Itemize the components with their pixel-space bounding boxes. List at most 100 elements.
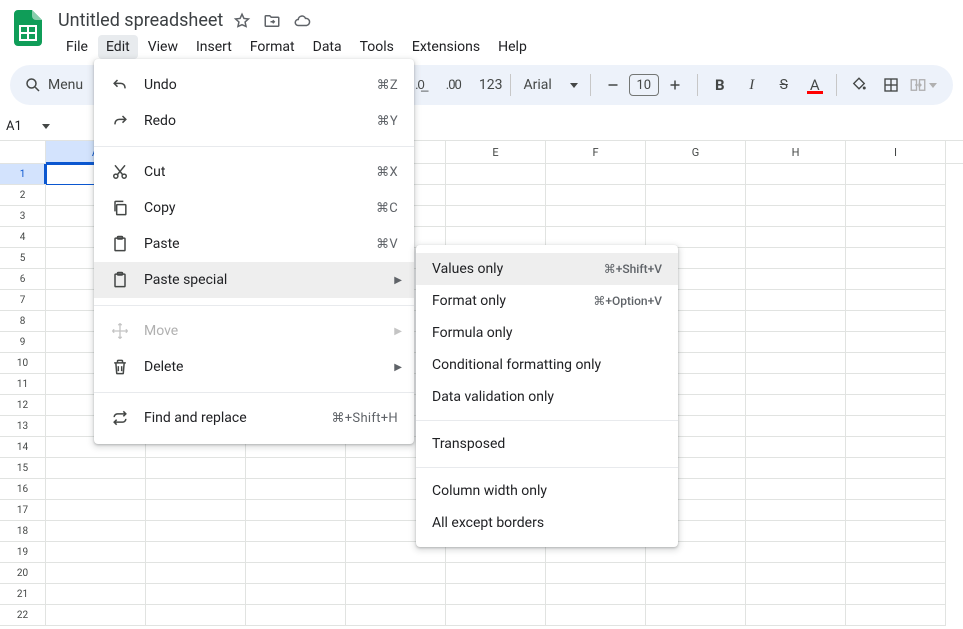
cell[interactable] xyxy=(46,521,146,542)
cell[interactable] xyxy=(246,458,346,479)
cell[interactable] xyxy=(846,416,946,437)
column-header[interactable]: I xyxy=(846,141,946,163)
cell[interactable] xyxy=(846,206,946,227)
column-header[interactable]: F xyxy=(546,141,646,163)
menu-edit[interactable]: Edit xyxy=(98,35,138,59)
row-header[interactable]: 8 xyxy=(0,311,46,332)
row-header[interactable]: 14 xyxy=(0,437,46,458)
font-size-input[interactable]: 10 xyxy=(629,74,659,96)
cell[interactable] xyxy=(746,248,846,269)
menu-data[interactable]: Data xyxy=(305,35,350,59)
menu-extensions[interactable]: Extensions xyxy=(404,35,488,59)
cell[interactable] xyxy=(846,353,946,374)
cell[interactable] xyxy=(546,584,646,605)
row-header[interactable]: 1 xyxy=(0,164,46,185)
cell[interactable] xyxy=(146,500,246,521)
cell[interactable] xyxy=(446,185,546,206)
row-header[interactable]: 9 xyxy=(0,332,46,353)
cell[interactable] xyxy=(846,374,946,395)
menu-item-cut[interactable]: Cut ⌘X xyxy=(94,154,414,190)
name-box[interactable]: A1 xyxy=(6,119,54,134)
cell[interactable] xyxy=(846,542,946,563)
fill-color-button[interactable] xyxy=(845,71,873,99)
cell[interactable] xyxy=(146,542,246,563)
cell[interactable] xyxy=(646,206,746,227)
row-header[interactable]: 7 xyxy=(0,290,46,311)
cell[interactable] xyxy=(846,269,946,290)
cell[interactable] xyxy=(546,206,646,227)
borders-button[interactable] xyxy=(877,71,905,99)
cell[interactable] xyxy=(46,479,146,500)
cell[interactable] xyxy=(746,269,846,290)
row-header[interactable]: 4 xyxy=(0,227,46,248)
cell[interactable] xyxy=(846,458,946,479)
cell[interactable] xyxy=(746,416,846,437)
cell[interactable] xyxy=(746,395,846,416)
submenu-item-formula-only[interactable]: Formula only xyxy=(416,317,678,349)
cell[interactable] xyxy=(146,521,246,542)
cell[interactable] xyxy=(546,164,646,185)
cell[interactable] xyxy=(846,248,946,269)
cell[interactable] xyxy=(46,584,146,605)
cell[interactable] xyxy=(446,206,546,227)
cell[interactable] xyxy=(846,185,946,206)
cell[interactable] xyxy=(646,164,746,185)
menu-format[interactable]: Format xyxy=(242,35,303,59)
cell[interactable] xyxy=(846,395,946,416)
cell[interactable] xyxy=(46,542,146,563)
cell[interactable] xyxy=(846,479,946,500)
cell[interactable] xyxy=(246,584,346,605)
cloud-status-icon[interactable] xyxy=(293,12,311,30)
doc-title[interactable]: Untitled spreadsheet xyxy=(58,10,223,31)
row-header[interactable]: 5 xyxy=(0,248,46,269)
cell[interactable] xyxy=(746,332,846,353)
row-header[interactable]: 3 xyxy=(0,206,46,227)
menu-help[interactable]: Help xyxy=(490,35,535,59)
column-header[interactable]: H xyxy=(746,141,846,163)
cell[interactable] xyxy=(46,458,146,479)
submenu-item-transposed[interactable]: Transposed xyxy=(416,428,678,460)
cell[interactable] xyxy=(846,500,946,521)
cell[interactable] xyxy=(746,206,846,227)
increase-font-size[interactable] xyxy=(661,71,689,99)
row-header[interactable]: 18 xyxy=(0,521,46,542)
decrease-decimal[interactable]: .0̲ xyxy=(415,77,424,93)
cell[interactable] xyxy=(346,584,446,605)
row-header[interactable]: 16 xyxy=(0,479,46,500)
cell[interactable] xyxy=(246,563,346,584)
row-header[interactable]: 10 xyxy=(0,353,46,374)
row-header[interactable]: 11 xyxy=(0,374,46,395)
bold-button[interactable]: B xyxy=(706,71,734,99)
menu-item-find-replace[interactable]: Find and replace ⌘+Shift+H xyxy=(94,400,414,436)
cell[interactable] xyxy=(346,605,446,626)
cell[interactable] xyxy=(346,563,446,584)
menu-file[interactable]: File xyxy=(58,35,96,59)
cell[interactable] xyxy=(546,185,646,206)
cell[interactable] xyxy=(546,563,646,584)
font-family-select[interactable]: Arial xyxy=(519,77,581,93)
cell[interactable] xyxy=(746,479,846,500)
cell[interactable] xyxy=(146,605,246,626)
row-header[interactable]: 13 xyxy=(0,416,46,437)
row-header[interactable]: 19 xyxy=(0,542,46,563)
cell[interactable] xyxy=(246,500,346,521)
cell[interactable] xyxy=(846,164,946,185)
column-header[interactable]: G xyxy=(646,141,746,163)
cell[interactable] xyxy=(446,605,546,626)
cell[interactable] xyxy=(846,521,946,542)
row-header[interactable]: 20 xyxy=(0,563,46,584)
menu-tools[interactable]: Tools xyxy=(352,35,402,59)
sheets-logo[interactable] xyxy=(8,8,48,48)
cell[interactable] xyxy=(246,605,346,626)
cell[interactable] xyxy=(446,584,546,605)
cell[interactable] xyxy=(446,164,546,185)
cell[interactable] xyxy=(646,605,746,626)
cell[interactable] xyxy=(646,563,746,584)
select-all-corner[interactable] xyxy=(0,141,46,163)
cell[interactable] xyxy=(46,563,146,584)
menu-item-delete[interactable]: Delete ▶ xyxy=(94,349,414,385)
row-header[interactable]: 17 xyxy=(0,500,46,521)
menu-item-paste[interactable]: Paste ⌘V xyxy=(94,226,414,262)
row-header[interactable]: 6 xyxy=(0,269,46,290)
row-header[interactable]: 15 xyxy=(0,458,46,479)
